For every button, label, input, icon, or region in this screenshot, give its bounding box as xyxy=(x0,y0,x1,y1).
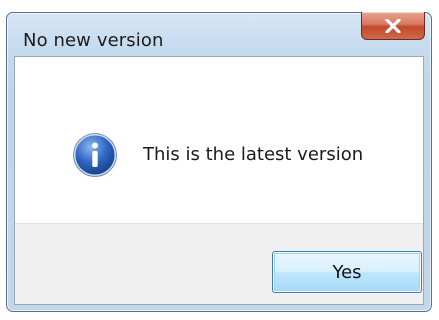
message-dialog: No new version This is the latest versio… xyxy=(6,12,432,312)
close-icon xyxy=(385,18,401,33)
message-text: This is the latest version xyxy=(143,144,364,165)
dialog-body: This is the latest version Yes xyxy=(14,56,424,305)
info-icon xyxy=(73,133,117,177)
window-title: No new version xyxy=(23,30,164,51)
button-bar: Yes xyxy=(15,223,423,304)
message-area: This is the latest version xyxy=(15,57,423,223)
yes-button[interactable]: Yes xyxy=(272,251,422,293)
close-button[interactable] xyxy=(361,12,425,40)
